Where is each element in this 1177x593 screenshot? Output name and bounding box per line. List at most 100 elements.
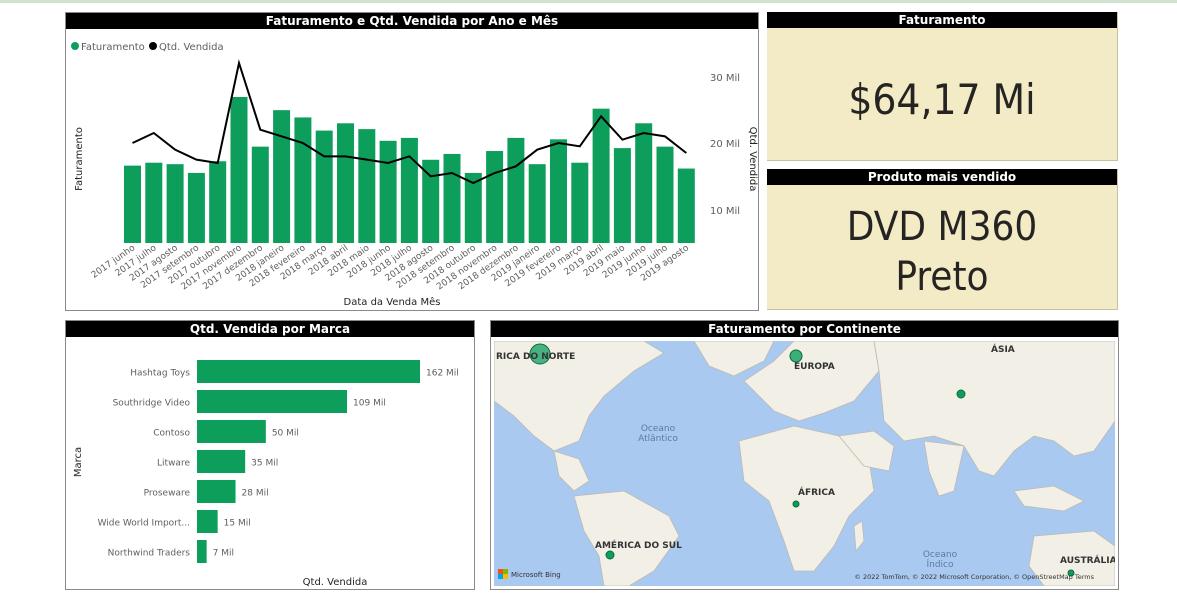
bubble-africa[interactable] <box>792 500 800 508</box>
bar-faturamento-9[interactable] <box>315 130 333 243</box>
bar-faturamento-8[interactable] <box>294 117 312 243</box>
brand-bar[interactable] <box>197 510 218 533</box>
brand-data-label: 7 Mil <box>213 549 234 559</box>
y-axis-title-right: Qtd. Vendida <box>747 127 758 192</box>
brand-bar[interactable] <box>197 480 236 503</box>
bar-faturamento-2[interactable] <box>166 164 184 243</box>
top-product-card-title: Produto mais vendido <box>767 169 1117 185</box>
bar-faturamento-6[interactable] <box>251 146 269 243</box>
land-india <box>923 440 965 497</box>
bar-faturamento-21[interactable] <box>571 162 589 243</box>
bubble-asia[interactable] <box>956 389 966 399</box>
map-landmasses: RICA DO NORTE EUROPA ÁSIA ÁFRICA AMÉRICA… <box>494 341 1115 586</box>
map-title: Faturamento por Continente <box>491 321 1118 337</box>
combo-chart: Faturamento Qtd. Vendida Faturamento Qtd… <box>71 42 758 308</box>
bar-faturamento-1[interactable] <box>145 162 163 243</box>
bing-text: Microsoft Bing <box>511 571 561 579</box>
combo-chart-panel[interactable]: Faturamento e Qtd. Vendida por Ano e Mês… <box>65 12 759 311</box>
legend-label-qtd[interactable]: Qtd. Vendida <box>159 42 224 53</box>
bar-faturamento-12[interactable] <box>379 140 397 243</box>
brand-chart-title: Qtd. Vendida por Marca <box>66 321 474 337</box>
bar-faturamento-5[interactable] <box>230 97 248 243</box>
map-label-indian-2: Índico <box>926 558 954 570</box>
bar-faturamento-11[interactable] <box>358 129 376 243</box>
bar-faturamento-15[interactable] <box>443 153 461 243</box>
bar-faturamento-4[interactable] <box>209 161 227 243</box>
brand-bar[interactable] <box>197 450 246 473</box>
land-madagascar <box>853 520 865 553</box>
brand-y-axis-title: Marca <box>73 447 84 477</box>
bar-faturamento-19[interactable] <box>528 164 546 243</box>
brand-label: Hashtag Toys <box>130 369 190 379</box>
brand-label: Southridge Video <box>113 399 191 409</box>
bar-faturamento-20[interactable] <box>550 139 567 243</box>
top-product-line1: DVD M360 <box>846 204 1038 250</box>
legend-marker-qtd <box>149 42 157 50</box>
continent-map-panel[interactable]: Faturamento por Continente RICA DO NORTE… <box>490 320 1119 590</box>
brand-data-label: 15 Mil <box>224 519 251 529</box>
brand-chart-panel[interactable]: Qtd. Vendida por Marca Marca Hashtag Toy… <box>65 320 475 590</box>
map-label-australia: AUSTRÁLIA <box>1060 554 1115 566</box>
bar-faturamento-7[interactable] <box>273 110 291 243</box>
map-copyright[interactable]: © 2022 TomTom, © 2022 Microsoft Corporat… <box>854 573 1094 581</box>
brand-label: Wide World Import... <box>98 519 190 529</box>
top-product-line2: Preto <box>895 254 989 300</box>
top-accent-line <box>0 0 1177 3</box>
combo-bars <box>124 97 695 244</box>
map-label-south-america: AMÉRICA DO SUL <box>595 539 682 551</box>
bar-faturamento-18[interactable] <box>507 137 525 243</box>
bar-faturamento-0[interactable] <box>124 165 141 243</box>
bar-faturamento-3[interactable] <box>187 172 205 243</box>
brand-label: Proseware <box>144 489 191 499</box>
brand-data-label: 109 Mil <box>353 399 386 409</box>
right-tick-20: 20 Mil <box>710 139 740 150</box>
brand-bar[interactable] <box>197 540 207 563</box>
revenue-card[interactable]: Faturamento $64,17 Mi <box>767 12 1118 161</box>
bar-faturamento-13[interactable] <box>400 137 418 243</box>
y-axis-title-left: Faturamento <box>74 127 85 191</box>
map-canvas[interactable]: RICA DO NORTE EUROPA ÁSIA ÁFRICA AMÉRICA… <box>494 341 1115 586</box>
right-tick-30: 30 Mil <box>710 73 740 84</box>
brand-bar[interactable] <box>197 360 420 383</box>
brand-bar[interactable] <box>197 420 266 443</box>
bar-faturamento-22[interactable] <box>592 108 610 244</box>
top-product-card[interactable]: Produto mais vendido DVD M360 Preto <box>767 169 1118 310</box>
land-asia <box>873 341 1115 477</box>
bing-logo-green <box>503 569 508 574</box>
revenue-value: $64,17 Mi <box>848 75 1036 124</box>
bar-faturamento-23[interactable] <box>613 148 631 243</box>
bar-faturamento-24[interactable] <box>635 123 653 243</box>
brand-bar[interactable] <box>197 390 348 413</box>
brand-data-label: 35 Mil <box>251 459 278 469</box>
brand-chart: Marca Hashtag Toys 162 Mil Southridge Vide… <box>73 360 459 588</box>
land-central-america <box>553 450 590 492</box>
land-indonesia <box>1013 485 1085 512</box>
bing-logo-yellow <box>503 574 508 579</box>
brand-data-label: 162 Mil <box>426 369 459 379</box>
map-label-north-america: RICA DO NORTE <box>496 352 575 362</box>
land-south-america <box>573 490 680 586</box>
bar-faturamento-17[interactable] <box>486 151 504 243</box>
brand-bars: Hashtag Toys 162 Mil Southridge Video 109 M… <box>98 360 459 563</box>
combo-x-labels: 2017 junho2017 julho2017 agosto2017 sete… <box>90 243 692 292</box>
map-label-africa: ÁFRICA <box>798 486 835 498</box>
brand-data-label: 50 Mil <box>272 429 299 439</box>
brand-label: Northwind Traders <box>108 549 191 559</box>
map-label-atlantic-2: Atlântico <box>638 434 678 444</box>
x-axis-title: Data da Venda Mês <box>344 296 441 308</box>
legend-label-faturamento[interactable]: Faturamento <box>81 42 145 53</box>
map-label-europe: EUROPA <box>794 362 835 372</box>
bubble-south-america[interactable] <box>605 550 615 560</box>
map-label-atlantic-1: Oceano <box>641 424 676 434</box>
brand-label: Litware <box>157 459 190 469</box>
bar-faturamento-10[interactable] <box>337 123 354 243</box>
bar-faturamento-14[interactable] <box>422 159 440 243</box>
brand-data-label: 28 Mil <box>242 489 269 499</box>
bing-logo-red <box>498 569 503 574</box>
bar-faturamento-25[interactable] <box>656 146 674 243</box>
bubble-europe[interactable] <box>789 349 803 363</box>
map-label-indian-1: Oceano <box>923 550 958 560</box>
bar-faturamento-26[interactable] <box>677 168 695 243</box>
map-label-asia: ÁSIA <box>991 343 1015 355</box>
brand-label: Contoso <box>153 429 190 439</box>
